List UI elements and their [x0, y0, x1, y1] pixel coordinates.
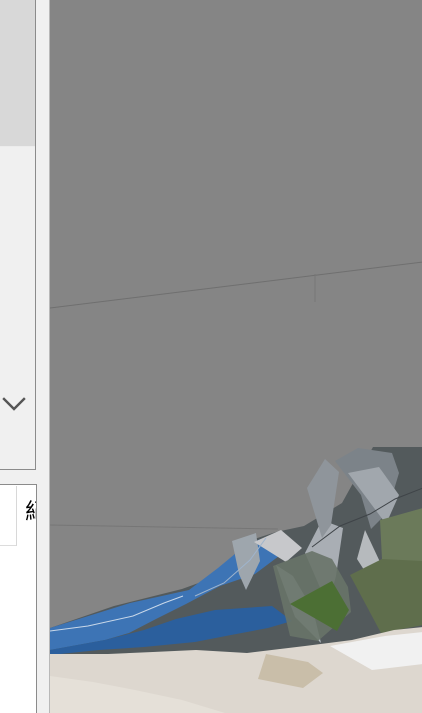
bottom-panel-card: 紀: [0, 484, 37, 713]
app-window: 紀: [0, 0, 422, 713]
panel-card-text: 紀: [25, 500, 36, 530]
chevron-down-icon: [2, 397, 26, 411]
3d-scene: [50, 0, 422, 713]
field-separator: [16, 486, 17, 546]
pane-divider[interactable]: [37, 0, 49, 713]
panel-header-strip: [0, 0, 35, 146]
panel-divider: [0, 146, 35, 147]
field-underline: [0, 545, 16, 546]
viewport-3d[interactable]: [49, 0, 422, 713]
left-panel: 紀: [0, 0, 37, 713]
expand-button[interactable]: [0, 389, 30, 421]
top-panel-card: [0, 0, 36, 470]
